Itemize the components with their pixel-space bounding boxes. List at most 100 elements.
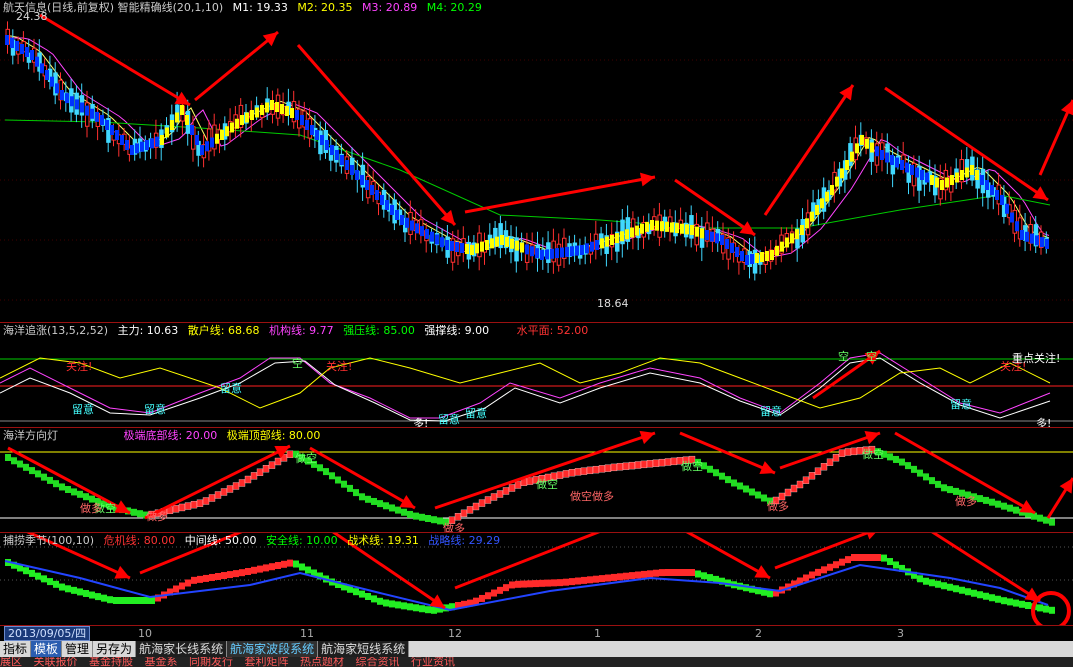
direction-bottom-value: 极端底部线: 20.00 <box>123 429 218 442</box>
link-news[interactable]: 综合资讯 <box>356 657 400 667</box>
trend-block-171 <box>860 135 864 145</box>
trend-block-109 <box>550 248 554 259</box>
chase-support-value: 强撑线: 9.00 <box>424 324 490 337</box>
trend-block-52 <box>265 102 269 113</box>
link-related-quotes[interactable]: 关联报价 <box>34 657 78 667</box>
season-block-65 <box>395 601 401 609</box>
link-industry-news[interactable]: 行业资讯 <box>411 657 455 667</box>
season-block-8 <box>53 580 59 588</box>
annot-zuoduo-5: 做多 <box>955 495 977 508</box>
tab-long-system[interactable]: 航海家长线系统 <box>136 641 228 657</box>
direction-block-125 <box>755 491 761 499</box>
season-block-170 <box>1025 602 1031 609</box>
direction-block-1 <box>11 457 17 465</box>
trend-block-155 <box>780 241 784 252</box>
season-block-67 <box>407 603 413 611</box>
trend-block-173 <box>870 142 874 153</box>
direction-block-99 <box>598 465 606 473</box>
season-block-116 <box>701 572 707 580</box>
season-block-147 <box>887 558 893 566</box>
link-same-issue[interactable]: 同期发行 <box>189 657 233 667</box>
trend-block-64 <box>325 140 329 150</box>
chase-level-value: 水平面: 52.00 <box>516 324 589 337</box>
tab-band-system[interactable]: 航海家波段系统 <box>227 641 319 657</box>
season-block-143 <box>863 554 869 561</box>
trend-block-146 <box>735 247 739 257</box>
tab-template[interactable]: 模板 <box>31 641 63 657</box>
season-block-79 <box>479 594 485 602</box>
link-arbitrage[interactable]: 套利矩阵 <box>245 657 289 667</box>
direction-block-78 <box>472 502 480 511</box>
direction-block-77 <box>466 506 474 514</box>
tab-indicator[interactable]: 指标 <box>0 641 32 657</box>
direction-block-63 <box>383 502 389 510</box>
link-fund-family[interactable]: 基金系 <box>145 657 178 667</box>
trend-block-19 <box>100 115 104 125</box>
trend-block-159 <box>800 225 804 235</box>
season-mid-value: 中间线: 50.00 <box>184 534 257 547</box>
direction-block-65 <box>395 506 401 514</box>
trend-block-174 <box>875 146 879 157</box>
trend-block-73 <box>370 185 374 195</box>
trend-block-184 <box>925 172 929 183</box>
direction-block-79 <box>478 499 486 507</box>
trend-block-158 <box>795 229 799 240</box>
trend-block-6 <box>35 56 39 67</box>
direction-block-69 <box>419 513 425 521</box>
trend-block-138 <box>695 226 699 237</box>
season-block-45 <box>275 562 281 569</box>
indicator-pane-chase[interactable]: 海洋追涨(13,5,2,52) 主力: 10.63 散户线: 68.68 机构线… <box>0 323 1073 430</box>
season-block-99 <box>599 575 605 583</box>
season-block-69 <box>419 605 425 613</box>
trend-block-44 <box>225 126 229 137</box>
tab-short-system[interactable]: 航海家短线系统 <box>318 641 410 657</box>
trend-block-117 <box>590 241 594 252</box>
chase-retail-value: 散户线: 68.68 <box>187 324 260 337</box>
trend-block-47 <box>240 115 244 125</box>
chase-title: 海洋追涨(13,5,2,52) <box>3 324 109 337</box>
indicator-pane-season[interactable]: 捕捞季节(100,10) 危机线: 80.00 中间线: 50.00 安全线: … <box>0 533 1073 625</box>
season-block-146 <box>881 554 887 562</box>
trend-block-13 <box>70 96 74 107</box>
season-block-104 <box>629 572 635 580</box>
candlestick-chart[interactable] <box>0 0 1073 322</box>
trend-block-181 <box>910 165 914 175</box>
trend-block-191 <box>960 170 964 180</box>
direction-block-80 <box>484 496 492 504</box>
direction-block-76 <box>460 509 468 518</box>
season-block-37 <box>227 571 233 579</box>
tab-save-as[interactable]: 另存为 <box>93 641 137 657</box>
season-block-68 <box>413 604 419 612</box>
season-tactic-value: 战术线: 19.31 <box>347 534 419 547</box>
direction-title: 海洋方向灯 <box>3 429 58 442</box>
season-block-44 <box>269 563 275 571</box>
trend-block-8 <box>45 70 49 80</box>
direction-block-164 <box>989 498 995 506</box>
link-fund-holdings[interactable]: 基金持股 <box>89 657 133 667</box>
link-zone[interactable]: 展区 <box>0 657 22 667</box>
trend-block-167 <box>840 168 844 179</box>
trend-block-17 <box>90 108 94 119</box>
trend-block-206 <box>1035 235 1039 246</box>
direction-block-8 <box>53 480 59 488</box>
trend-block-26 <box>135 143 139 154</box>
tab-manage[interactable]: 管理 <box>62 641 94 657</box>
trend-block-69 <box>350 165 354 175</box>
season-block-163 <box>983 592 989 600</box>
trend-block-3 <box>20 44 24 54</box>
indicator-pane-direction[interactable]: 海洋方向灯 极端底部线: 20.00 极端顶部线: 80.00 做空 做空 做空… <box>0 428 1073 535</box>
p3-arrow-4-shaft <box>434 431 656 510</box>
trend-block-147 <box>740 251 744 261</box>
main-chart-pane[interactable]: 航天信息(日线,前复权) 智能精确线(20,1,10) M1: 19.33 M2… <box>0 0 1073 322</box>
direction-block-121 <box>731 479 737 487</box>
time-tick-dec: 12 <box>448 627 462 640</box>
low-price-label: 18.64 <box>597 297 629 310</box>
trend-block-119 <box>600 238 604 249</box>
direction-block-4 <box>29 467 35 475</box>
link-hot-topics[interactable]: 热点题材 <box>300 657 344 667</box>
season-block-88 <box>533 580 539 588</box>
trend-block-185 <box>930 175 934 185</box>
season-block-32 <box>197 575 203 583</box>
trend-block-32 <box>165 127 169 138</box>
trend-block-91 <box>460 243 464 253</box>
